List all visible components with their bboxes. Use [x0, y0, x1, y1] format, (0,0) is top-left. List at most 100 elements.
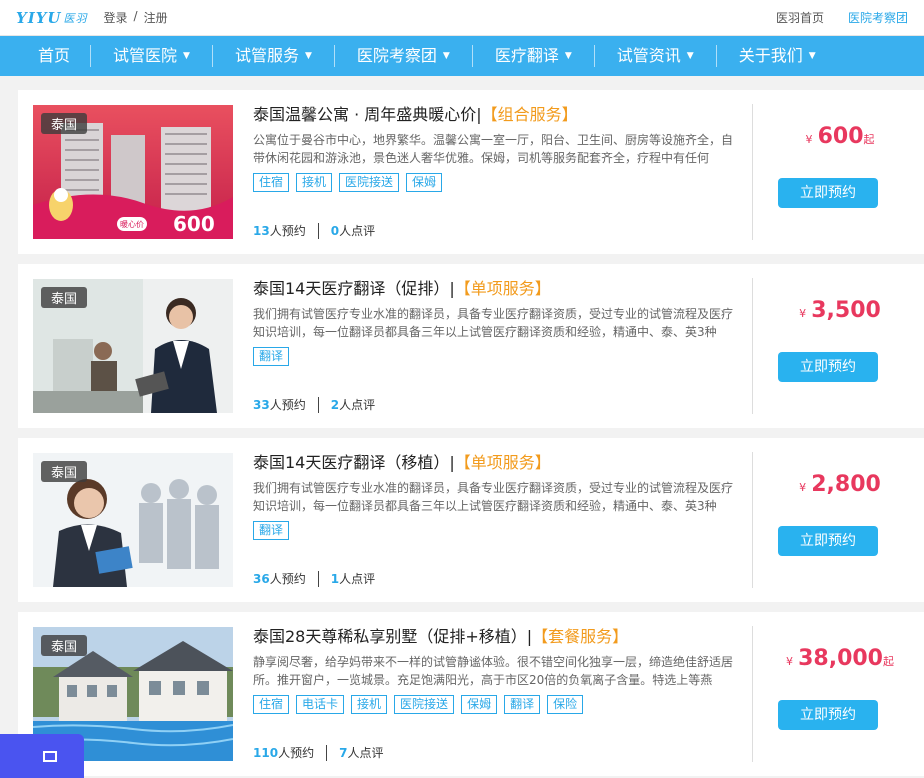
title-text: 泰国14天医疗翻译（促排）| [253, 279, 455, 298]
apartment-image[interactable]: 暖心价 600 泰国 [33, 105, 233, 239]
nav-item-about-us[interactable]: 关于我们 ▼ [717, 45, 838, 67]
caret-down-icon: ▼ [808, 51, 816, 61]
review-count: 2 [330, 397, 340, 412]
auth-divider: / [133, 9, 138, 23]
card-title[interactable]: 泰国28天尊稀私享别墅（促排+移植）|【套餐服务】 [253, 626, 733, 648]
site-logo[interactable]: YIYU 医羽 [16, 9, 88, 27]
card-title[interactable]: 泰国14天医疗翻译（移植）|【单项服务】 [253, 452, 733, 474]
review-count: 7 [339, 745, 348, 760]
nav-label: 试管服务 [234, 46, 299, 65]
service-list: 暖心价 600 泰国 泰国温馨公寓 · 周年盛典暖心价|【组合服务】 公寓位于曼… [0, 76, 924, 776]
booking-count: 33 [253, 397, 270, 412]
card-stats: 110 人预约 7 人点评 [253, 744, 383, 761]
nav-item-home[interactable]: 首页 [0, 45, 92, 67]
card-info: 泰国14天医疗翻译（移植）|【单项服务】 我们拥有试管医疗专业水准的翻译员，具备… [253, 452, 733, 541]
card-description: 我们拥有试管医疗专业水准的翻译员，具备专业医疗翻译资质，受过专业的试管流程及医疗… [253, 307, 733, 339]
logo-cn-text: 医羽 [63, 11, 88, 25]
service-card: 泰国 泰国14天医疗翻译（促排）|【单项服务】 我们拥有试管医疗专业水准的翻译员… [18, 264, 924, 428]
feature-tag: 翻译 [504, 695, 541, 714]
feature-tag: 接机 [296, 173, 333, 192]
book-now-button[interactable]: 立即预约 [778, 352, 878, 382]
service-card: 泰国 泰国14天医疗翻译（移植）|【单项服务】 我们拥有试管医疗专业水准的翻译员… [18, 438, 924, 602]
card-divider [752, 278, 753, 414]
home-link[interactable]: 医羽首页 [776, 9, 824, 26]
main-nav: 首页 试管医院 ▼ 试管服务 ▼ 医院考察团 ▼ 医疗翻译 ▼ 试管资讯 ▼ 关于我们 ▼ [0, 36, 924, 76]
review-count: 0 [330, 223, 340, 238]
nav-item-ivf-hospitals[interactable]: 试管医院 ▼ [91, 45, 213, 67]
feature-tag: 医院接送 [394, 695, 455, 714]
nav-label: 试管资讯 [616, 46, 681, 65]
card-info: 泰国28天尊稀私享别墅（促排+移植）|【套餐服务】 静享阅尽奢，给孕妈带来不一样… [253, 626, 733, 715]
card-title[interactable]: 泰国14天医疗翻译（促排）|【单项服务】 [253, 278, 733, 300]
price-amount: 600 [817, 124, 864, 149]
feature-tag: 保险 [547, 695, 584, 714]
feature-tag: 住宿 [253, 695, 290, 714]
feature-tag: 保姆 [406, 173, 443, 192]
nav-item-hospital-delegation[interactable]: 医院考察团 ▼ [335, 45, 473, 67]
booking-label: 人预约 [269, 572, 306, 586]
caret-down-icon: ▼ [304, 51, 312, 61]
card-divider [752, 452, 753, 588]
register-link[interactable]: 注册 [144, 9, 168, 26]
image-badge-label: 暖心价 [120, 220, 144, 229]
price: ¥ 600起 [770, 124, 910, 149]
translator-image[interactable]: 泰国 [33, 453, 233, 587]
nav-item-medical-translation[interactable]: 医疗翻译 ▼ [473, 45, 595, 67]
country-tag: 泰国 [41, 461, 88, 482]
review-label: 人点评 [339, 224, 376, 238]
image-badge-price: 600 [173, 212, 215, 236]
top-bar: YIYU 医羽 登录 / 注册 医羽首页 医院考察团 [0, 0, 924, 36]
stats-divider [317, 570, 319, 587]
card-divider [752, 626, 753, 762]
feature-tags: 住宿 接机 医院接送 保姆 [253, 173, 733, 193]
stats-divider [317, 396, 319, 413]
login-link[interactable]: 登录 [104, 9, 128, 26]
price-currency: ¥ [786, 655, 793, 668]
country-tag: 泰国 [41, 113, 88, 134]
feature-tag: 保姆 [461, 695, 498, 714]
service-type: 【单项服务】 [454, 453, 551, 472]
card-description: 公寓位于曼谷市中心，地界繁华。温馨公寓一室一厅，阳台、卫生间、厨房等设施齐全，自… [253, 133, 733, 165]
service-type: 【组合服务】 [481, 105, 578, 124]
card-stats: 33 人预约 2 人点评 [253, 396, 375, 413]
review-label: 人点评 [347, 746, 384, 760]
book-now-button[interactable]: 立即预约 [778, 178, 878, 208]
price: ¥ 38,000起 [770, 646, 910, 671]
stats-divider [326, 744, 328, 761]
price-amount: 2,800 [811, 472, 881, 497]
feature-tag: 电话卡 [296, 695, 345, 714]
delegation-link[interactable]: 医院考察团 [848, 9, 908, 26]
nav-label: 关于我们 [738, 46, 803, 65]
feature-tag: 翻译 [253, 521, 290, 540]
card-info: 泰国14天医疗翻译（促排）|【单项服务】 我们拥有试管医疗专业水准的翻译员，具备… [253, 278, 733, 367]
feature-tags: 翻译 [253, 347, 733, 367]
card-description: 我们拥有试管医疗专业水准的翻译员，具备专业医疗翻译资质，受过专业的试管流程及医疗… [253, 481, 733, 513]
caret-down-icon: ▼ [686, 51, 694, 61]
price: ¥ 3,500 [770, 298, 910, 323]
logo-text: YIYU [16, 8, 62, 27]
title-text: 泰国14天医疗翻译（移植）| [253, 453, 455, 472]
card-title[interactable]: 泰国温馨公寓 · 周年盛典暖心价|【组合服务】 [253, 104, 733, 126]
country-tag: 泰国 [41, 635, 88, 656]
nav-item-ivf-services[interactable]: 试管服务 ▼ [213, 45, 335, 67]
caret-down-icon: ▼ [564, 51, 572, 61]
price-amount: 38,000 [798, 646, 883, 671]
booking-count: 36 [253, 571, 270, 586]
nav-label: 首页 [38, 46, 71, 65]
country-tag: 泰国 [41, 287, 88, 308]
title-text: 泰国28天尊稀私享别墅（促排+移植）| [253, 627, 533, 646]
floating-widget[interactable] [0, 734, 84, 778]
book-now-button[interactable]: 立即预约 [778, 700, 878, 730]
card-divider [752, 104, 753, 240]
feature-tag: 住宿 [253, 173, 290, 192]
nav-item-ivf-news[interactable]: 试管资讯 ▼ [595, 45, 717, 67]
translator-image[interactable]: 泰国 [33, 279, 233, 413]
review-count: 1 [330, 571, 340, 586]
book-now-button[interactable]: 立即预约 [778, 526, 878, 556]
service-card: 暖心价 600 泰国 泰国温馨公寓 · 周年盛典暖心价|【组合服务】 公寓位于曼… [18, 90, 924, 254]
nav-label: 医疗翻译 [494, 46, 559, 65]
review-label: 人点评 [339, 572, 376, 586]
nav-label: 医院考察团 [356, 46, 437, 65]
price-suffix: 起 [863, 133, 875, 146]
top-right-links: 医羽首页 医院考察团 [776, 9, 908, 26]
